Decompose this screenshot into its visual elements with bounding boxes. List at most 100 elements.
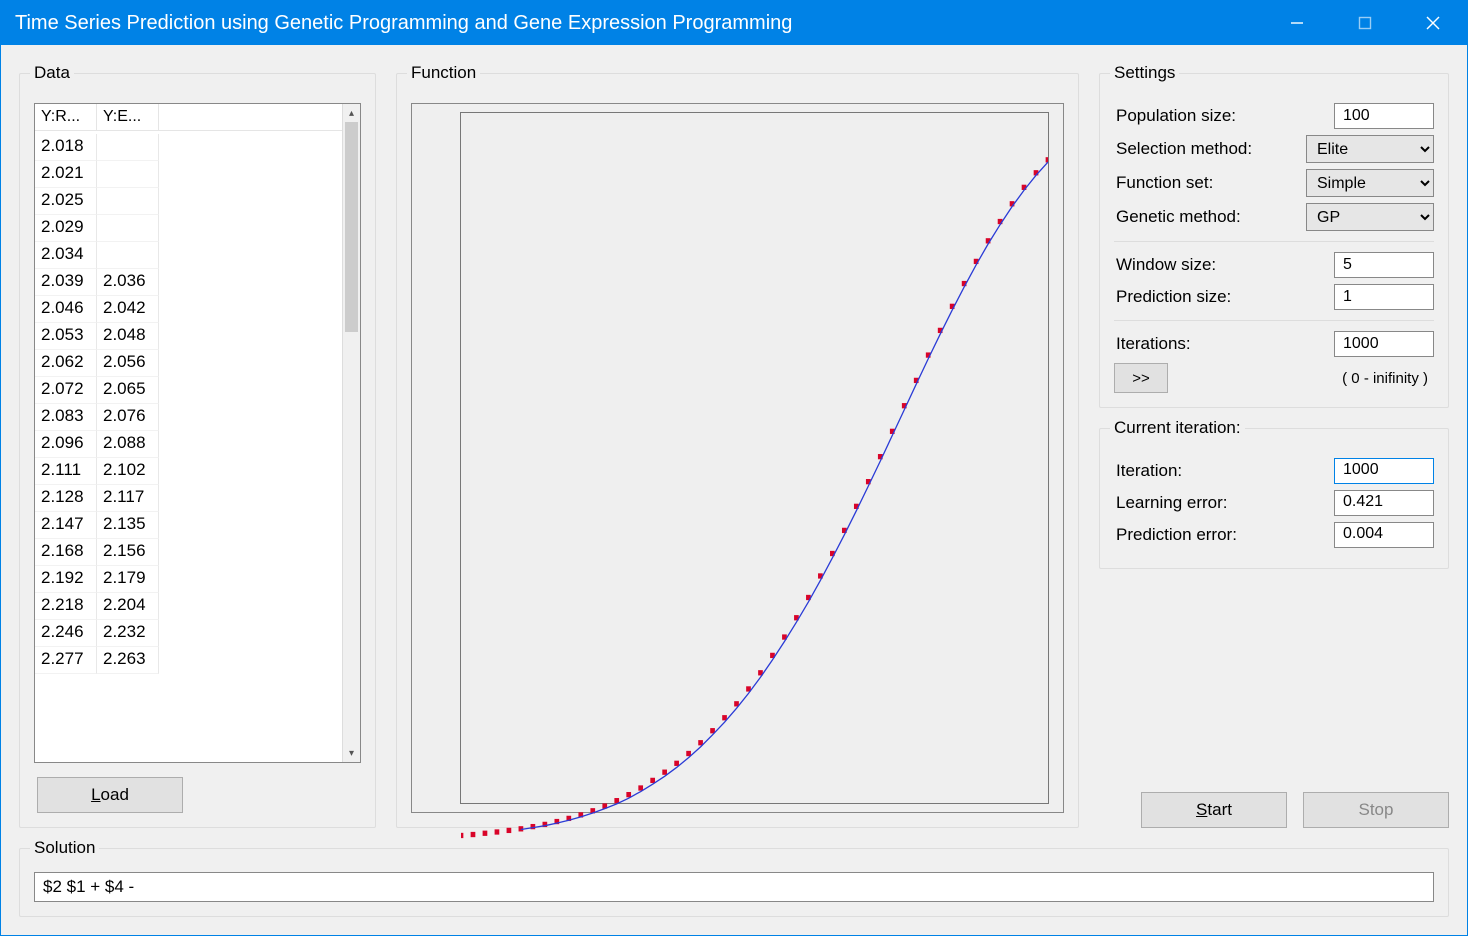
app-window: Time Series Prediction using Genetic Pro… [0,0,1468,936]
table-cell: 2.018 [35,134,97,161]
table-cell [97,134,159,161]
table-cell: 2.135 [97,512,159,539]
function-legend: Function [407,63,480,83]
table-cell [97,161,159,188]
top-row: Data Y:R... Y:E... 2.0182.0212.0252.0292… [19,63,1449,828]
selection-label: Selection method: [1114,139,1306,159]
table-cell: 2.042 [97,296,159,323]
content-area: Data Y:R... Y:E... 2.0182.0212.0252.0292… [1,45,1467,935]
table-row[interactable]: 2.029 [35,215,342,242]
current-iteration-panel: Current iteration: Iteration: 1000 Learn… [1099,418,1449,569]
right-column: Settings Population size: Selection meth… [1099,63,1449,828]
method-select[interactable]: GP [1306,203,1434,231]
table-row[interactable]: 2.1472.135 [35,512,342,539]
table-cell: 2.096 [35,431,97,458]
functionset-label: Function set: [1114,173,1306,193]
data-scrollbar[interactable]: ▴ ▾ [342,104,360,762]
table-cell: 2.117 [97,485,159,512]
table-cell: 2.246 [35,620,97,647]
table-row[interactable]: 2.0392.036 [35,269,342,296]
table-row[interactable]: 2.2462.232 [35,620,342,647]
table-row[interactable]: 2.2182.204 [35,593,342,620]
close-button[interactable] [1399,1,1467,45]
predictionsize-input[interactable] [1334,284,1434,310]
table-cell: 2.088 [97,431,159,458]
selection-select[interactable]: Elite [1306,135,1434,163]
window-input[interactable] [1334,252,1434,278]
table-cell: 2.168 [35,539,97,566]
table-row[interactable]: 2.018 [35,134,342,161]
prederr-value: 0.004 [1334,522,1434,548]
window-label: Window size: [1114,255,1334,275]
table-row[interactable]: 2.1282.117 [35,485,342,512]
table-row[interactable]: 2.0462.042 [35,296,342,323]
window-title: Time Series Prediction using Genetic Pro… [15,12,1263,35]
predictionsize-label: Prediction size: [1114,287,1334,307]
method-label: Genetic method: [1114,207,1306,227]
table-row[interactable]: 2.0722.065 [35,377,342,404]
table-cell: 2.048 [97,323,159,350]
data-rows: 2.0182.0212.0252.0292.0342.0392.0362.046… [35,134,342,762]
table-cell: 2.102 [97,458,159,485]
table-cell: 2.128 [35,485,97,512]
run-buttons: Start Stop [1099,792,1449,828]
iterations-input[interactable] [1334,331,1434,357]
table-cell: 2.083 [35,404,97,431]
maximize-button[interactable] [1331,1,1399,45]
table-row[interactable]: 2.1112.102 [35,458,342,485]
table-cell: 2.056 [97,350,159,377]
settings-legend: Settings [1110,63,1179,83]
table-cell: 2.277 [35,647,97,674]
data-panel: Data Y:R... Y:E... 2.0182.0212.0252.0292… [19,63,376,828]
col-header-1[interactable]: Y:R... [35,104,97,130]
table-cell: 2.147 [35,512,97,539]
stop-button[interactable]: Stop [1303,792,1449,828]
table-cell: 2.192 [35,566,97,593]
table-row[interactable]: 2.025 [35,188,342,215]
load-button[interactable]: Load [37,777,183,813]
table-cell: 2.021 [35,161,97,188]
table-row[interactable]: 2.021 [35,161,342,188]
chart-svg [461,113,1048,841]
minimize-button[interactable] [1263,1,1331,45]
functionset-select[interactable]: Simple [1306,169,1434,197]
table-row[interactable]: 2.034 [35,242,342,269]
data-legend: Data [30,63,74,83]
table-row[interactable]: 2.0962.088 [35,431,342,458]
table-cell: 2.036 [97,269,159,296]
population-label: Population size: [1114,106,1334,126]
function-panel: Function [396,63,1079,828]
table-row[interactable]: 2.1682.156 [35,539,342,566]
table-row[interactable]: 2.0832.076 [35,404,342,431]
population-input[interactable] [1334,103,1434,129]
table-cell [97,242,159,269]
data-table[interactable]: Y:R... Y:E... 2.0182.0212.0252.0292.0342… [34,103,361,763]
table-row[interactable]: 2.0532.048 [35,323,342,350]
table-cell: 2.034 [35,242,97,269]
table-cell: 2.232 [97,620,159,647]
table-cell: 2.204 [97,593,159,620]
start-button[interactable]: Start [1141,792,1287,828]
scroll-down-icon[interactable]: ▾ [343,744,360,762]
maximize-icon [1358,16,1372,30]
table-cell: 2.065 [97,377,159,404]
divider [1114,320,1434,321]
solution-input[interactable] [34,872,1434,902]
titlebar: Time Series Prediction using Genetic Pro… [1,1,1467,45]
scroll-thumb[interactable] [345,122,358,332]
iterations-note: ( 0 - inifinity ) [1342,370,1434,387]
close-icon [1426,16,1440,30]
table-row[interactable]: 2.1922.179 [35,566,342,593]
skip-button[interactable]: >> [1114,363,1168,393]
scroll-up-icon[interactable]: ▴ [343,104,360,122]
table-row[interactable]: 2.0622.056 [35,350,342,377]
table-cell: 2.076 [97,404,159,431]
table-cell: 2.179 [97,566,159,593]
iterations-label: Iterations: [1114,334,1334,354]
table-cell [97,188,159,215]
table-cell: 2.156 [97,539,159,566]
col-header-2[interactable]: Y:E... [97,104,159,130]
window-controls [1263,1,1467,45]
divider [1114,241,1434,242]
table-row[interactable]: 2.2772.263 [35,647,342,674]
